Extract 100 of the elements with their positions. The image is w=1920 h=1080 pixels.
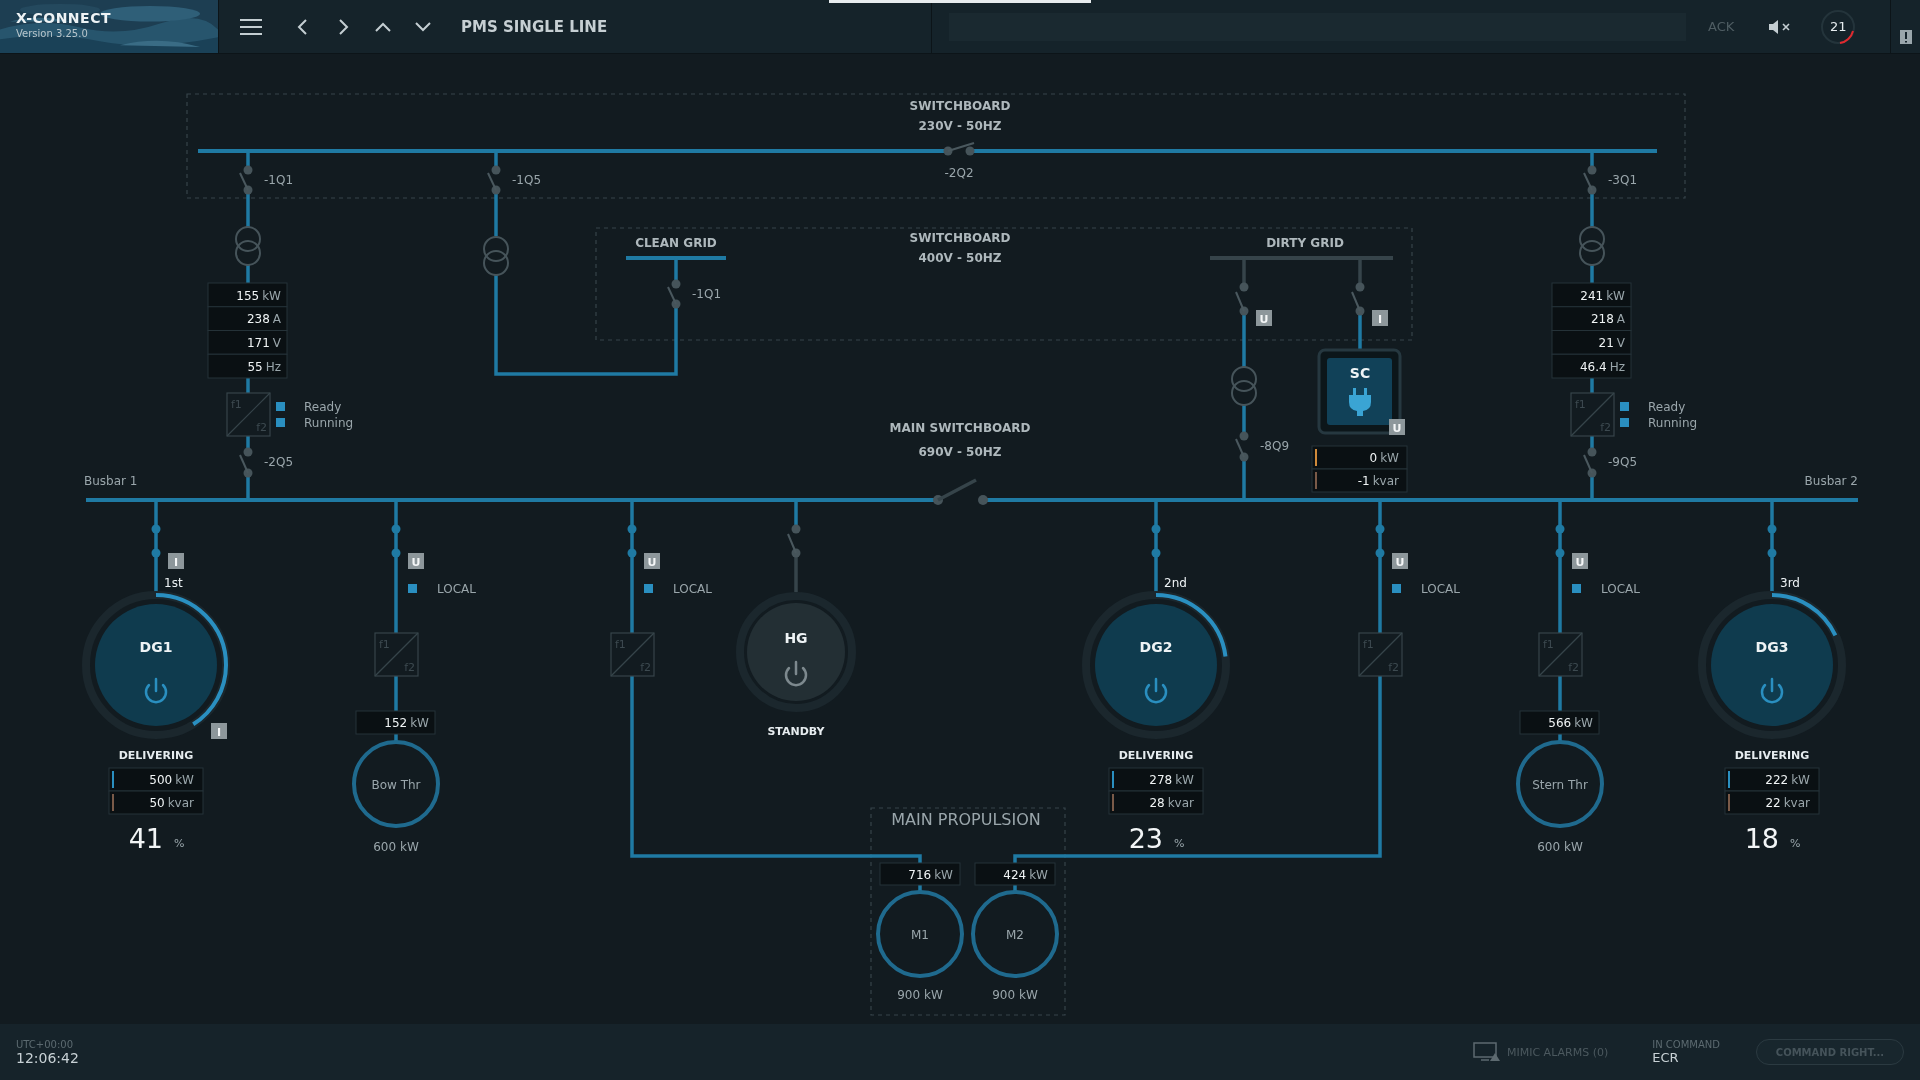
breaker-label: -3Q1 [1608, 173, 1638, 187]
warning-icon[interactable] [1899, 29, 1912, 44]
switchboard-title: SWITCHBOARD [909, 99, 1011, 113]
breaker-switch[interactable] [487, 165, 501, 195]
reading-field: 278 kW [1108, 767, 1204, 792]
connection-line [794, 500, 798, 525]
generator-ring[interactable] [736, 592, 856, 712]
motor-rating: 600 kW [1537, 840, 1583, 854]
breaker-switch[interactable] [1583, 447, 1597, 478]
reading-field: 500 kW [108, 767, 204, 792]
power-icon[interactable] [144, 677, 168, 704]
reading-field: 50 kvar [108, 790, 204, 815]
status-badge: U [1389, 419, 1405, 435]
breaker-label: -1Q1 [692, 287, 722, 301]
transformer-icon [483, 236, 509, 276]
breaker-switch[interactable] [1767, 524, 1777, 558]
alarm-counter[interactable]: 21 [1820, 8, 1857, 45]
motor-name: Bow Thr [371, 778, 421, 792]
reading-field: 0 kW [1311, 445, 1408, 470]
motor-symbol[interactable] [352, 740, 440, 828]
reading-field: 566 kW [1519, 710, 1600, 735]
breaker-label: -1Q5 [512, 173, 542, 187]
reading-field: 424 kW [974, 862, 1056, 886]
breaker-switch[interactable] [1351, 282, 1365, 316]
ack-button[interactable]: ACK [1702, 15, 1741, 38]
plug-icon [1349, 388, 1371, 416]
power-icon[interactable] [1144, 677, 1168, 704]
reading-field: 55 Hz [207, 353, 288, 379]
motor-name: M1 [911, 928, 929, 942]
breaker-switch[interactable] [391, 524, 401, 558]
start-order-label: 1st [164, 576, 183, 590]
breaker-switch[interactable] [943, 142, 975, 156]
breaker-switch[interactable] [627, 524, 637, 558]
load-value: 41 [128, 823, 163, 854]
status-badge: U [1572, 553, 1588, 569]
status-badge: U [408, 553, 424, 569]
reading-field: 218 A [1551, 306, 1632, 331]
reading-field: 28 kvar [1108, 790, 1204, 815]
breaker-switch[interactable] [1583, 165, 1597, 195]
breaker-switch[interactable] [151, 524, 161, 558]
unit-label: % [1790, 837, 1801, 850]
start-order-label: 3rd [1780, 576, 1800, 590]
power-icon[interactable] [1760, 677, 1784, 704]
status-badge: U [1392, 553, 1408, 569]
generator-name: DG3 [1755, 639, 1789, 655]
breaker-switch[interactable] [1375, 524, 1385, 558]
version-label: Version 3.25.0 [16, 27, 89, 39]
breaker-switch[interactable] [239, 447, 253, 478]
monitor-alarm-icon[interactable] [1472, 1042, 1501, 1062]
connection-line [394, 676, 398, 711]
motor-name: Stern Thr [1532, 778, 1588, 792]
grid-label: DIRTY GRID [1266, 236, 1344, 250]
motor-symbol[interactable] [1516, 740, 1604, 828]
motor-symbol[interactable] [876, 890, 964, 978]
breaker-switch[interactable] [787, 524, 801, 558]
status-badge: I [1372, 310, 1388, 326]
connection-line [794, 557, 798, 592]
reading-field: 21 V [1551, 330, 1632, 355]
status-label: Running [304, 416, 354, 430]
command-station: ECR [1652, 1050, 1680, 1065]
breaker-label: -8Q9 [1260, 439, 1290, 453]
generator-name: HG [784, 630, 808, 646]
status-badge: I [168, 553, 184, 569]
breaker-label: -9Q5 [1608, 455, 1638, 469]
start-order-label: 2nd [1164, 576, 1187, 590]
status-label: Running [1648, 416, 1698, 430]
mode-label: LOCAL [1421, 582, 1460, 596]
status-badge: U [644, 553, 660, 569]
power-icon[interactable] [784, 660, 808, 687]
reading-field: 241 kW [1551, 282, 1632, 308]
reading-field: 238 A [207, 306, 288, 331]
section-title: MAIN PROPULSION [891, 810, 1041, 829]
reading-field: 716 kW [879, 862, 961, 886]
breaker-switch[interactable] [1235, 431, 1249, 462]
busbar-label: Busbar 2 [1804, 474, 1858, 488]
reading-field: 222 kW [1724, 767, 1820, 792]
status-badge: I [211, 723, 227, 739]
breaker-switch[interactable] [1555, 524, 1565, 558]
breaker-switch[interactable] [1151, 524, 1161, 558]
breaker-switch[interactable] [239, 165, 253, 195]
transformer-icon [1231, 366, 1257, 406]
breaker-switch[interactable] [667, 279, 681, 309]
motor-symbol[interactable] [971, 890, 1059, 978]
shore-connection-name: SC [1349, 365, 1371, 381]
generator-status: DELIVERING [1118, 749, 1194, 762]
reading-field: 171 V [207, 330, 288, 355]
shore-connection-tile[interactable] [1317, 348, 1402, 435]
status-badge: U [1256, 310, 1272, 326]
reading-field: -1 kvar [1311, 468, 1408, 493]
mode-label: LOCAL [673, 582, 712, 596]
reading-field: 152 kW [355, 710, 436, 735]
grid-label: CLEAN GRID [635, 236, 717, 250]
breaker-switch[interactable] [1235, 282, 1249, 316]
voltage-label: 690V - 50HZ [918, 445, 1002, 459]
unit-label: % [174, 837, 185, 850]
reading-field: 46.4 Hz [1551, 353, 1632, 379]
generator-name: DG2 [1139, 639, 1173, 655]
generator-status: DELIVERING [118, 749, 194, 762]
bus-tie-switch[interactable] [933, 478, 988, 505]
mute-icon[interactable] [1768, 18, 1793, 35]
